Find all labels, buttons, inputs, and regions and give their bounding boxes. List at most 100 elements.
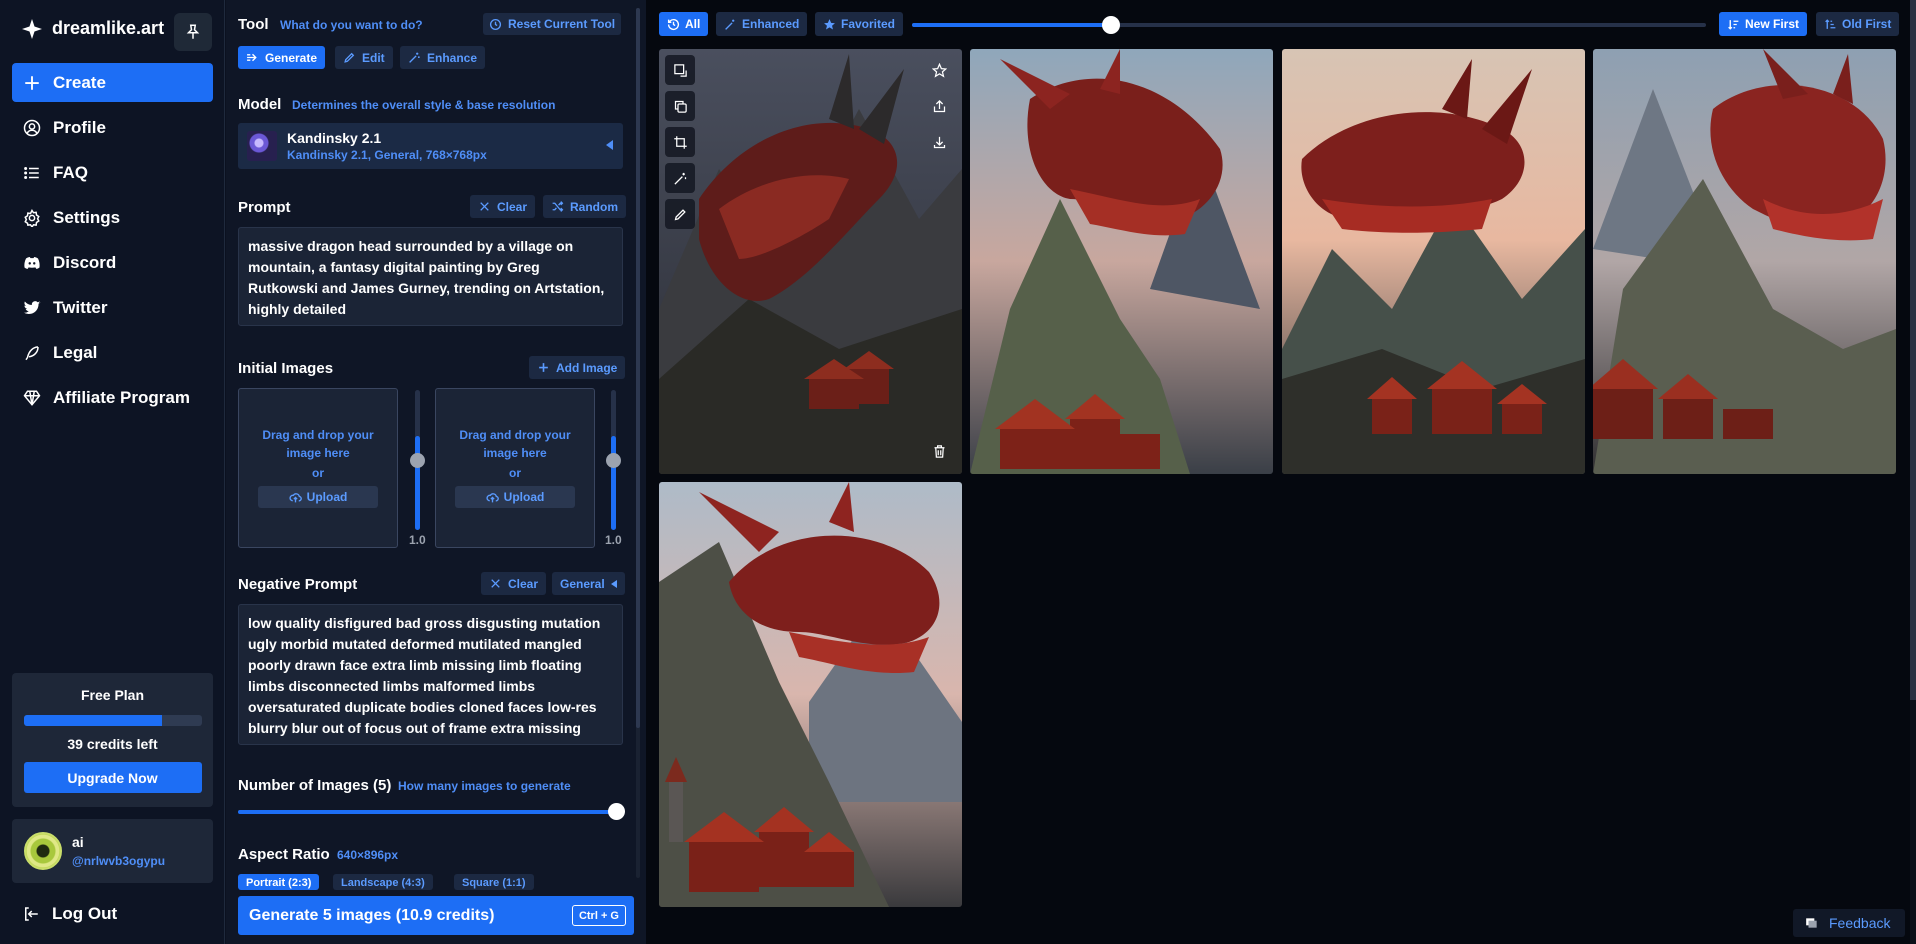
magic-wand-icon	[673, 172, 686, 185]
panel-scrollbar-thumb[interactable]	[636, 8, 640, 728]
filter-enhanced[interactable]: Enhanced	[716, 12, 808, 36]
prompt-label: Prompt	[238, 199, 291, 216]
logout-button[interactable]: Log Out	[22, 904, 117, 924]
sort-old-first[interactable]: Old First	[1816, 12, 1900, 36]
user-circle-icon	[23, 119, 41, 136]
aspect-portrait-option[interactable]: Portrait (2:3)	[238, 874, 320, 890]
tab-generate[interactable]: Generate	[238, 46, 326, 69]
upload-label: Upload	[306, 490, 348, 504]
sidebar-item-twitter[interactable]: Twitter	[12, 288, 213, 327]
edit-button[interactable]	[665, 199, 695, 229]
star-icon	[931, 62, 947, 78]
dropzone-or: or	[509, 466, 521, 480]
upgrade-button[interactable]: Upgrade Now	[23, 762, 202, 793]
sidebar-item-settings[interactable]: Settings	[12, 198, 213, 237]
slider-fill	[912, 23, 1111, 27]
slider-knob[interactable]	[410, 453, 425, 468]
tab-edit[interactable]: Edit	[335, 46, 393, 69]
tab-enhance[interactable]: Enhance	[400, 46, 486, 69]
feedback-button[interactable]: Feedback	[1793, 909, 1905, 937]
delete-button[interactable]	[924, 436, 954, 466]
gallery-scrollbar[interactable]	[1910, 0, 1916, 944]
copy-button[interactable]	[665, 91, 695, 121]
brand-name: dreamlike.art	[52, 18, 165, 38]
generate-label: Generate 5 images (10.9 credits)	[249, 906, 495, 924]
sidebar-item-create[interactable]: Create	[12, 63, 213, 102]
num-images-label: Number of Images (5)	[238, 777, 392, 794]
add-image-button[interactable]: Add Image	[529, 356, 626, 379]
image-gallery: All Enhanced Favorited New First Old Fir…	[646, 0, 1916, 944]
image-strength-slider-2[interactable]	[606, 390, 621, 530]
filter-favorited[interactable]: Favorited	[815, 12, 904, 36]
gallery-image-2[interactable]	[970, 49, 1273, 474]
panel-scrollbar[interactable]	[636, 8, 640, 878]
shortcut-badge: Ctrl + G	[571, 905, 626, 926]
sidebar-item-label: Create	[53, 72, 106, 92]
gallery-image-3[interactable]	[1282, 49, 1585, 474]
user-card[interactable]: ai @nrlwvb3ogypu	[12, 819, 213, 883]
upload-button[interactable]: Upload	[455, 486, 575, 508]
generate-button[interactable]: Generate 5 images (10.9 credits) Ctrl + …	[238, 896, 634, 935]
credits-progress-bar	[23, 715, 202, 726]
favorite-button[interactable]	[924, 55, 954, 85]
trash-icon	[934, 444, 944, 458]
prompt-textarea[interactable]: massive dragon head surrounded by a vill…	[238, 227, 623, 326]
close-icon	[480, 202, 489, 211]
share-button[interactable]	[924, 91, 954, 121]
reset-icon	[489, 18, 502, 30]
aspect-square-option[interactable]: Square (1:1)	[454, 874, 534, 890]
shuffle-icon	[552, 201, 564, 212]
image-dropzone-1[interactable]: Drag and drop your image here or Upload	[238, 388, 398, 548]
plus-icon	[539, 363, 548, 372]
num-images-slider[interactable]	[238, 803, 625, 820]
twitter-icon	[23, 300, 41, 314]
plus-icon	[25, 75, 39, 90]
upload-button[interactable]: Upload	[258, 486, 378, 508]
tab-label: Enhance	[427, 50, 478, 65]
negative-clear-button[interactable]: Clear	[481, 572, 547, 595]
sort-label: Old First	[1842, 17, 1892, 31]
negative-preset-dropdown[interactable]: General	[552, 572, 625, 595]
thumbnail-size-slider[interactable]	[912, 16, 1706, 34]
image-strength-slider-1[interactable]	[410, 390, 425, 530]
image-actions	[924, 55, 954, 157]
credits-progress-fill	[23, 715, 163, 726]
sidebar-item-legal[interactable]: Legal	[12, 333, 213, 372]
crop-button[interactable]	[665, 127, 695, 157]
filter-all[interactable]: All	[659, 12, 709, 36]
model-thumbnail	[247, 131, 277, 161]
sidebar-item-affiliate[interactable]: Affiliate Program	[12, 378, 213, 417]
enhance-button[interactable]	[665, 163, 695, 193]
history-icon	[667, 18, 680, 30]
prompt-random-button[interactable]: Random	[543, 195, 626, 218]
sidebar-item-profile[interactable]: Profile	[12, 108, 213, 147]
aspect-landscape-option[interactable]: Landscape (4:3)	[333, 874, 433, 890]
slider-knob[interactable]	[1101, 16, 1120, 34]
caret-left-icon	[606, 140, 613, 150]
sidebar-item-faq[interactable]: FAQ	[12, 153, 213, 192]
image-dropzone-2[interactable]: Drag and drop your image here or Upload	[435, 388, 595, 548]
gallery-image-4[interactable]	[1593, 49, 1896, 474]
add-image-label: Add Image	[556, 360, 618, 375]
sort-new-first[interactable]: New First	[1719, 12, 1808, 36]
dragon-artwork	[659, 482, 962, 907]
negative-prompt-textarea[interactable]: low quality disfigured bad gross disgust…	[238, 604, 623, 745]
pin-sidebar-button[interactable]	[174, 13, 212, 51]
slider-knob[interactable]	[608, 803, 625, 820]
use-as-input-button[interactable]	[665, 55, 695, 85]
aspect-ratio-hint: 640×896px	[337, 848, 399, 862]
download-button[interactable]	[924, 127, 954, 157]
prompt-clear-button[interactable]: Clear	[470, 195, 536, 218]
gallery-scrollbar-thumb[interactable]	[1910, 0, 1916, 700]
sort-label: New First	[1745, 17, 1800, 31]
gallery-image-1[interactable]	[659, 49, 962, 474]
sidebar-item-label: Profile	[53, 117, 106, 137]
brand-logo[interactable]: dreamlike.art	[22, 18, 164, 39]
reset-tool-button[interactable]: Reset Current Tool	[483, 13, 622, 35]
model-selector[interactable]: Kandinsky 2.1 Kandinsky 2.1, General, 76…	[238, 123, 623, 169]
clear-label: Clear	[508, 576, 539, 591]
gallery-image-5[interactable]	[659, 482, 962, 907]
slider-knob[interactable]	[606, 453, 621, 468]
sidebar-item-discord[interactable]: Discord	[12, 243, 213, 282]
feedback-icon	[1806, 918, 1817, 928]
